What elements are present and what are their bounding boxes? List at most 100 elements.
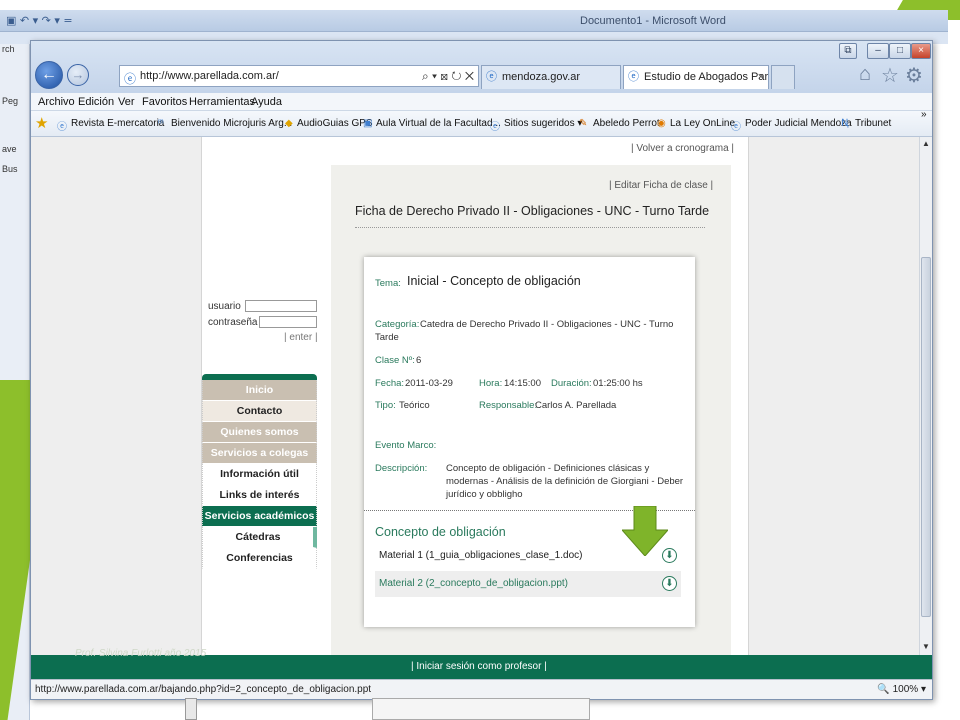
favorites-star-icon[interactable]: ☆ bbox=[881, 63, 899, 88]
enter-button[interactable]: | enter | bbox=[284, 332, 318, 343]
material-link[interactable]: Material 2 (2_concepto_de_obligacion.ppt… bbox=[379, 578, 568, 589]
favorite-link[interactable]: Poder Judicial Mendoza bbox=[745, 118, 852, 129]
word-pane-label: ave bbox=[2, 144, 17, 154]
scroll-up-arrow-icon[interactable]: ▲ bbox=[922, 139, 930, 148]
favorite-link[interactable]: Bienvenido Microjuris Arg... bbox=[171, 118, 292, 129]
more-favorites-chevron-icon[interactable]: » bbox=[921, 109, 927, 120]
close-button[interactable]: × bbox=[911, 43, 931, 59]
status-bar: http://www.parellada.com.ar/bajando.php?… bbox=[31, 679, 932, 699]
favorite-link[interactable]: Tribunet bbox=[855, 118, 891, 129]
usuario-input[interactable] bbox=[245, 300, 317, 312]
menu-ver[interactable]: Ver bbox=[118, 96, 135, 108]
screen: ▣ ↶ ▾ ↷ ▾ = Documento1 - Microsoft Word … bbox=[0, 0, 960, 720]
scroll-thumb[interactable] bbox=[921, 257, 931, 617]
tab-close-icon[interactable]: × bbox=[758, 66, 764, 88]
menu-bar: Archivo Edición Ver Favoritos Herramient… bbox=[31, 93, 932, 111]
browser-window: ⧉ – □ × ← → ⓔ http://www.parellada.com.a… bbox=[30, 40, 933, 700]
address-url: http://www.parellada.com.ar/ bbox=[140, 70, 279, 82]
menu-item-inicio[interactable]: Inicio bbox=[202, 380, 317, 401]
menu-item-contacto[interactable]: Contacto bbox=[202, 401, 317, 422]
menu-ayuda[interactable]: Ayuda bbox=[251, 96, 282, 108]
menu-edicion[interactable]: Edición bbox=[78, 96, 114, 108]
material-row[interactable]: Material 2 (2_concepto_de_obligacion.ppt… bbox=[375, 571, 681, 597]
favorite-link[interactable]: La Ley OnLine bbox=[670, 118, 735, 129]
search-refresh-stop-icons[interactable]: ⌕ ▾ ⊠ ↻ ✕ bbox=[422, 66, 474, 86]
ie-page-icon: ⓔ bbox=[57, 122, 67, 133]
tema-value: Inicial - Concepto de obligación bbox=[407, 274, 581, 288]
favorite-link[interactable]: Revista E-mercatoria bbox=[71, 118, 164, 129]
word-scroll-fragment bbox=[185, 698, 197, 720]
address-bar[interactable]: ⓔ http://www.parellada.com.ar/ ⌕ ▾ ⊠ ↻ ✕ bbox=[119, 65, 479, 87]
ie-page-icon: ⓔ bbox=[731, 122, 741, 133]
favorite-link[interactable]: AudioGuias GPS bbox=[297, 118, 373, 129]
page-title: Ficha de Derecho Privado II - Obligacion… bbox=[355, 204, 710, 218]
word-titlebar: ▣ ↶ ▾ ↷ ▾ = Documento1 - Microsoft Word bbox=[0, 10, 948, 32]
menu-item-informacion-util[interactable]: Información útil bbox=[202, 464, 317, 485]
scrollbar[interactable]: ▲ ▼ bbox=[919, 137, 932, 655]
forward-arrow-icon[interactable]: → bbox=[67, 64, 89, 86]
descripcion-label: Descripción: bbox=[375, 463, 428, 474]
menu-archivo[interactable]: Archivo bbox=[38, 96, 75, 108]
tab-mendoza[interactable]: ⓔ mendoza.gov.ar bbox=[481, 65, 621, 89]
ie-page-icon: ⓔ bbox=[628, 71, 639, 83]
zoom-control[interactable]: 🔍 100% ▾ bbox=[877, 680, 926, 699]
laley-icon: ◉ bbox=[657, 118, 666, 129]
iniciar-sesion-link[interactable]: | Iniciar sesión como profesor | bbox=[411, 655, 547, 679]
section-heading: Concepto de obligación bbox=[375, 525, 506, 539]
microjuris-icon: ᵐ bbox=[158, 118, 164, 129]
favorite-link[interactable]: Aula Virtual de la Facultad... bbox=[376, 118, 501, 129]
editar-ficha-link[interactable]: | Editar Ficha de clase | bbox=[609, 180, 713, 191]
divider bbox=[355, 227, 705, 228]
favorite-link[interactable]: Abeledo Perrot bbox=[593, 118, 660, 129]
password-input[interactable] bbox=[259, 316, 317, 328]
menu-item-conferencias[interactable]: Conferencias bbox=[202, 548, 317, 569]
usuario-label: usuario bbox=[208, 301, 241, 312]
favorites-star-icon[interactable]: ★ bbox=[35, 114, 48, 132]
menu-herramientas[interactable]: Herramientas bbox=[189, 96, 255, 108]
duracion-label: Duración: bbox=[551, 378, 592, 389]
gear-icon[interactable]: ⚙ bbox=[905, 63, 923, 88]
favorite-link[interactable]: Sitios sugeridos ▾ bbox=[504, 118, 582, 129]
material-link[interactable]: Material 1 (1_guia_obligaciones_clase_1.… bbox=[379, 550, 582, 561]
download-icon[interactable]: ⬇ bbox=[662, 576, 677, 591]
hora-value: 14:15:00 bbox=[504, 378, 541, 389]
tipo-label: Tipo: bbox=[375, 400, 396, 411]
clase-value: 6 bbox=[416, 355, 422, 366]
scroll-down-arrow-icon[interactable]: ▼ bbox=[922, 642, 930, 651]
menu-item-quienes-somos[interactable]: Quienes somos bbox=[202, 422, 317, 443]
evento-label: Evento Marco: bbox=[375, 440, 437, 451]
menu-favoritos[interactable]: Favoritos bbox=[142, 96, 187, 108]
home-icon[interactable]: ⌂ bbox=[859, 63, 871, 86]
restore-icon[interactable]: ⧉ bbox=[839, 43, 857, 59]
descripcion-line: Concepto de obligación - Definiciones cl… bbox=[446, 463, 650, 474]
volver-cronograma-link[interactable]: | Volver a cronograma | bbox=[631, 143, 734, 154]
fecha-value: 2011-03-29 bbox=[405, 378, 453, 389]
menu-item-servicios-academicos[interactable]: Servicios académicos bbox=[202, 506, 317, 527]
page-content: | Volver a cronograma | | Editar Ficha d… bbox=[31, 137, 919, 655]
categoria-value: Tarde bbox=[375, 332, 399, 343]
tab-label: Estudio de Abogados Parell... bbox=[644, 71, 769, 83]
tab-parellada[interactable]: ⓔ Estudio de Abogados Parell... × bbox=[623, 65, 769, 89]
new-tab-button[interactable] bbox=[771, 65, 795, 89]
minimize-button[interactable]: – bbox=[867, 43, 889, 59]
down-arrow-annotation-icon bbox=[622, 506, 668, 556]
menu-item-links-interes[interactable]: Links de interés bbox=[202, 485, 317, 506]
browser-toolbar: ⧉ – □ × ← → ⓔ http://www.parellada.com.a… bbox=[31, 41, 932, 93]
tema-label: Tema: bbox=[375, 278, 401, 289]
quick-access-icons[interactable]: ▣ ↶ ▾ ↷ ▾ = bbox=[6, 14, 73, 27]
ie-page-icon: ⓔ bbox=[486, 71, 497, 83]
aula-virtual-icon: ▣ bbox=[363, 118, 373, 129]
responsable-label: Responsable: bbox=[479, 400, 538, 411]
left-margin bbox=[31, 137, 201, 655]
menu-item-servicios-colegas[interactable]: Servicios a colegas bbox=[202, 443, 317, 464]
back-arrow-icon[interactable]: ← bbox=[35, 61, 63, 89]
categoria-value: Catedra de Derecho Privado II - Obligaci… bbox=[420, 319, 674, 330]
tab-label: mendoza.gov.ar bbox=[502, 71, 581, 83]
status-url: http://www.parellada.com.ar/bajando.php?… bbox=[35, 684, 372, 695]
fecha-label: Fecha: bbox=[375, 378, 405, 389]
tribunet-icon: Ꞑ bbox=[841, 118, 849, 129]
word-window-title: Documento1 - Microsoft Word bbox=[580, 15, 726, 27]
abeledo-icon: ✎ bbox=[579, 118, 588, 129]
maximize-button[interactable]: □ bbox=[889, 43, 911, 59]
menu-item-catedras[interactable]: Cátedras bbox=[202, 527, 317, 548]
